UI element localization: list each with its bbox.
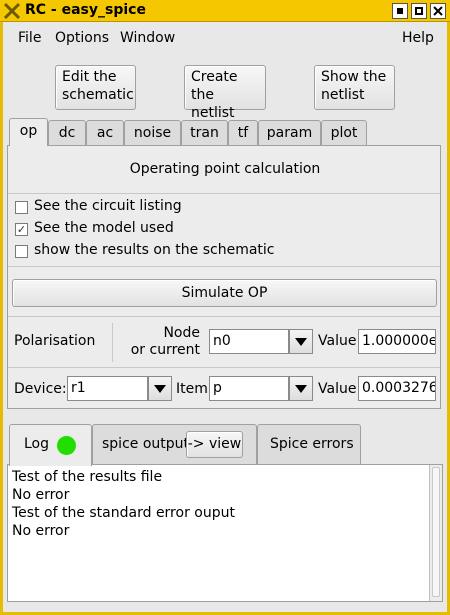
device-value-label: Value bbox=[318, 381, 357, 397]
minimize-icon bbox=[397, 8, 403, 14]
model-used-checkbox[interactable]: ✓ bbox=[15, 223, 28, 236]
circuit-listing-label[interactable]: See the circuit listing bbox=[34, 198, 182, 214]
node-combo-dropdown[interactable] bbox=[289, 329, 313, 354]
device-combo-dropdown[interactable] bbox=[148, 376, 172, 401]
tab-spice-output[interactable]: spice output -> view bbox=[92, 424, 257, 464]
tab-dc[interactable]: dc bbox=[48, 120, 86, 145]
device-label: Device: bbox=[14, 381, 67, 397]
polarisation-label: Polarisation bbox=[14, 333, 96, 349]
chevron-down-icon bbox=[295, 337, 307, 346]
view-output-button[interactable]: -> view bbox=[186, 431, 243, 458]
close-icon bbox=[433, 6, 443, 16]
tab-noise[interactable]: noise bbox=[124, 120, 181, 145]
create-netlist-label-line1: Create the bbox=[191, 69, 238, 103]
maximize-button[interactable] bbox=[411, 3, 427, 19]
device-value-field[interactable]: 0.00032760 bbox=[358, 376, 436, 401]
divider bbox=[8, 316, 440, 317]
item-combo-dropdown[interactable] bbox=[289, 376, 313, 401]
show-netlist-button[interactable]: Show the netlist bbox=[314, 65, 395, 110]
edit-schematic-label-line1: Edit the bbox=[62, 69, 117, 85]
item-combo[interactable]: p bbox=[209, 376, 289, 401]
chevron-down-icon bbox=[295, 384, 307, 393]
simulate-op-button[interactable]: Simulate OP bbox=[12, 279, 437, 307]
menu-window[interactable]: Window bbox=[120, 30, 175, 46]
spice-output-tab-label: spice output bbox=[102, 436, 190, 452]
polarisation-value-label: Value bbox=[318, 333, 357, 349]
circuit-listing-checkbox[interactable] bbox=[15, 201, 28, 214]
log-tab-label: Log bbox=[24, 436, 50, 452]
node-or-current-label: Node or current bbox=[120, 325, 200, 359]
edit-schematic-label-line2: schematic bbox=[62, 87, 134, 103]
chevron-down-icon bbox=[154, 384, 166, 393]
maximize-icon bbox=[415, 7, 423, 15]
app-logo-icon bbox=[3, 2, 21, 20]
log-line: No error bbox=[12, 487, 70, 503]
minimize-button[interactable] bbox=[392, 3, 408, 19]
divider bbox=[8, 266, 440, 267]
show-netlist-label-line2: netlist bbox=[321, 87, 365, 103]
create-netlist-button[interactable]: Create the netlist bbox=[184, 65, 266, 121]
tab-log[interactable]: Log bbox=[9, 424, 92, 466]
menu-options[interactable]: Options bbox=[55, 30, 109, 46]
results-schematic-checkbox[interactable] bbox=[15, 245, 28, 258]
model-used-label[interactable]: See the model used bbox=[34, 220, 174, 236]
column-divider bbox=[112, 323, 113, 362]
log-line: No error bbox=[12, 523, 70, 539]
divider bbox=[8, 193, 440, 194]
node-combo[interactable]: n0 bbox=[209, 329, 289, 354]
tab-ac[interactable]: ac bbox=[86, 120, 124, 145]
divider bbox=[8, 367, 440, 368]
tab-param[interactable]: param bbox=[258, 120, 321, 145]
checkmark-icon: ✓ bbox=[16, 223, 27, 236]
node-label-line1: Node bbox=[163, 325, 200, 341]
edit-schematic-button[interactable]: Edit the schematic bbox=[55, 65, 136, 110]
node-label-line2: or current bbox=[130, 342, 200, 358]
close-button[interactable] bbox=[430, 3, 446, 19]
show-netlist-label-line1: Show the bbox=[321, 69, 387, 85]
tab-plot[interactable]: plot bbox=[321, 120, 367, 145]
log-scrollbar[interactable] bbox=[429, 465, 442, 601]
results-schematic-label[interactable]: show the results on the schematic bbox=[34, 242, 275, 258]
log-line: Test of the standard error ouput bbox=[12, 505, 235, 521]
scrollbar-thumb[interactable] bbox=[432, 467, 440, 597]
polarisation-value-field[interactable]: 1.000000e- bbox=[358, 329, 436, 354]
menu-help[interactable]: Help bbox=[402, 30, 434, 46]
tab-op[interactable]: op bbox=[9, 118, 48, 146]
op-panel bbox=[7, 145, 441, 409]
tab-tran[interactable]: tran bbox=[181, 120, 228, 145]
panel-heading: Operating point calculation bbox=[129, 161, 321, 177]
tab-tf[interactable]: tf bbox=[228, 120, 258, 145]
log-text-area[interactable]: Test of the results file No error Test o… bbox=[7, 464, 443, 602]
log-line: Test of the results file bbox=[12, 469, 163, 485]
item-label: Item bbox=[176, 381, 208, 397]
device-combo[interactable]: r1 bbox=[67, 376, 148, 401]
menu-file[interactable]: File bbox=[18, 30, 41, 46]
spice-errors-tab-label: Spice errors bbox=[270, 436, 354, 452]
window-title: RC - easy_spice bbox=[25, 2, 146, 18]
log-status-indicator bbox=[57, 436, 76, 455]
tab-spice-errors[interactable]: Spice errors bbox=[257, 424, 361, 464]
